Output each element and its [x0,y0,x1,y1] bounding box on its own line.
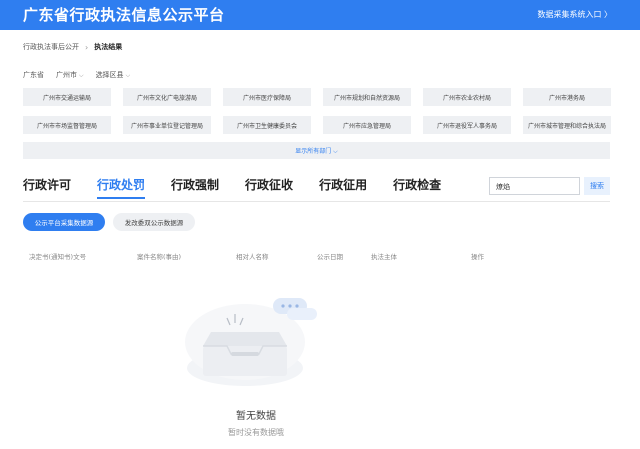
empty-state-subtitle: 暂时没有数据哦 [228,428,284,437]
department-chip[interactable]: 广州市规划和自然资源局 [323,88,411,106]
show-all-departments-button[interactable]: 显示所有部门 ⌵ [23,142,610,159]
district-selector[interactable]: 选择区县 ⌵ [96,70,131,80]
category-tabs: 行政许可 行政处罚 行政强制 行政征收 行政征用 行政检查 [23,176,467,199]
department-chip[interactable]: 广州市交通运输局 [23,88,111,106]
department-chip[interactable]: 广州市事业单位登记管理局 [123,116,211,134]
department-chip[interactable]: 广州市市场监督管理局 [23,116,111,134]
column-header-party-name: 相对人名称 [236,253,269,261]
department-chip[interactable]: 广州市城市管理和综合执法局 [523,116,611,134]
chevron-down-icon: ⌵ [125,72,131,79]
breadcrumb-parent[interactable]: 行政执法事后公开 [23,42,79,52]
city-selector[interactable]: 广州市 ⌵ [56,70,84,80]
breadcrumb: 行政执法事后公开 › 执法结果 [23,42,122,52]
city-label: 广州市 [56,71,77,79]
department-chip[interactable]: 广州市农业农村局 [423,88,511,106]
tab-administrative-requisition[interactable]: 行政征用 [319,176,367,199]
tab-administrative-enforcement[interactable]: 行政强制 [171,176,219,199]
top-header: 广东省行政执法信息公示平台 数据采集系统入口 〉 [0,0,640,30]
department-chip[interactable]: 广州市退役军人事务局 [423,116,511,134]
tab-administrative-penalty[interactable]: 行政处罚 [97,176,146,199]
column-header-document-number: 决定书(通知书)文号 [29,253,87,261]
chevron-down-icon: ⌵ [79,72,84,79]
column-header-case-name: 案件名称(事由) [137,253,182,261]
department-grid: 广州市交通运输局 广州市文化广电旅游局 广州市医疗保障局 广州市规划和自然资源局… [23,88,611,134]
department-chip[interactable]: 广州市医疗保障局 [223,88,311,106]
platform-title: 广东省行政执法信息公示平台 [23,6,225,24]
search-input[interactable]: 燎焰 [489,177,580,195]
tab-administrative-levy[interactable]: 行政征收 [245,176,293,199]
breadcrumb-separator-icon: › [85,42,89,52]
column-header-publish-date: 公示日期 [317,253,343,261]
department-chip[interactable]: 广州市港务局 [523,88,611,106]
region-selector: 广东省 广州市 ⌵ 选择区县 ⌵ [23,70,130,80]
column-header-enforcement-body: 执法主体 [371,253,397,261]
province-label: 广东省 [23,71,44,79]
province-selector[interactable]: 广东省 [23,70,44,80]
source-platform-button[interactable]: 公示平台采集数据源 [23,213,105,231]
department-chip[interactable]: 广州市文化广电旅游局 [123,88,211,106]
data-collection-entry-link[interactable]: 数据采集系统入口 〉 [537,9,612,20]
tab-administrative-license[interactable]: 行政许可 [23,176,71,199]
empty-state-title: 暂无数据 [236,411,276,422]
empty-box-icon [185,298,317,386]
breadcrumb-current: 执法结果 [94,43,123,51]
department-chip[interactable]: 广州市应急管理局 [323,116,411,134]
district-label: 选择区县 [95,71,124,79]
search-button[interactable]: 搜索 [584,177,610,195]
source-ndrc-button[interactable]: 发改委双公示数据源 [113,213,195,231]
tab-administrative-inspection[interactable]: 行政检查 [393,176,441,199]
column-header-actions: 操作 [471,253,484,261]
tabs-divider [23,201,610,202]
department-chip[interactable]: 广州市卫生健康委员会 [223,116,311,134]
